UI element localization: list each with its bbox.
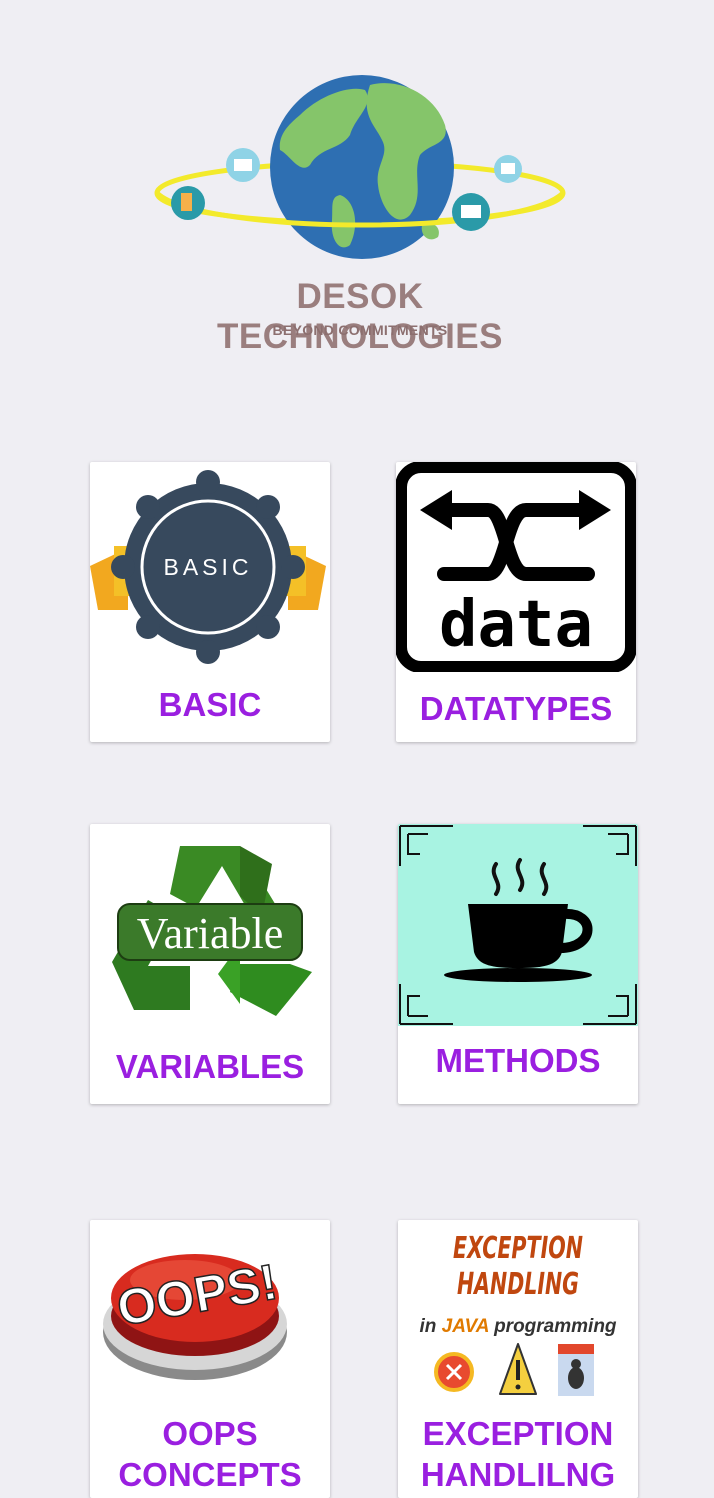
basic-badge-text: BASIC: [163, 554, 252, 580]
exception-handling-icon: EXCEPTION HANDLING in JAVA programming: [419, 1231, 617, 1396]
card-methods[interactable]: METHODS: [398, 824, 638, 1104]
exception-title-2: HANDLING: [457, 1267, 579, 1302]
card-methods-label: METHODS: [435, 1042, 601, 1079]
brand-tagline: BEYOND COMMITMENTS: [272, 322, 448, 338]
card-oops-label: OOPS: [162, 1415, 258, 1452]
card-oops-concepts[interactable]: OOPS! OOPS CONCEPTS: [90, 1220, 330, 1498]
data-word: data: [439, 588, 593, 662]
card-variables[interactable]: Variable VARIABLES: [90, 824, 330, 1104]
exception-title-1: EXCEPTION: [453, 1231, 583, 1266]
variable-word: Variable: [137, 909, 284, 958]
app-logo: DESOK TECHNOLOGIES BEYOND COMMITMENTS: [150, 55, 570, 356]
card-basic-label: BASIC: [158, 686, 262, 723]
brand-name: DESOK TECHNOLOGIES: [216, 277, 504, 356]
recycle-variable-icon: Variable: [112, 846, 312, 1016]
globe-orbit-logo-icon: [154, 75, 566, 259]
exception-sub-java: JAVA: [442, 1316, 489, 1337]
exception-sub-suffix: programming: [489, 1316, 617, 1337]
exception-sub-prefix: in: [419, 1316, 441, 1337]
card-exception-handling[interactable]: EXCEPTION HANDLING in JAVA programming E…: [398, 1220, 638, 1498]
svg-text:in JAVA programming: in JAVA programming: [419, 1316, 616, 1337]
card-oops-label-line2: CONCEPTS: [118, 1456, 302, 1493]
card-basic[interactable]: BASIC BASIC: [90, 462, 330, 742]
coffee-cup-icon: [398, 824, 638, 1026]
card-exception-label-line2: HANDLILNG: [420, 1456, 616, 1493]
card-variables-label: VARIABLES: [115, 1048, 305, 1085]
card-datatypes[interactable]: data DATATYPES: [396, 462, 636, 742]
card-datatypes-label: DATATYPES: [419, 690, 613, 727]
shuffle-data-icon: data: [396, 462, 636, 672]
basic-badge-icon: BASIC: [90, 470, 326, 664]
oops-button-icon: OOPS!: [103, 1253, 287, 1380]
card-exception-label: EXCEPTION: [422, 1415, 614, 1452]
